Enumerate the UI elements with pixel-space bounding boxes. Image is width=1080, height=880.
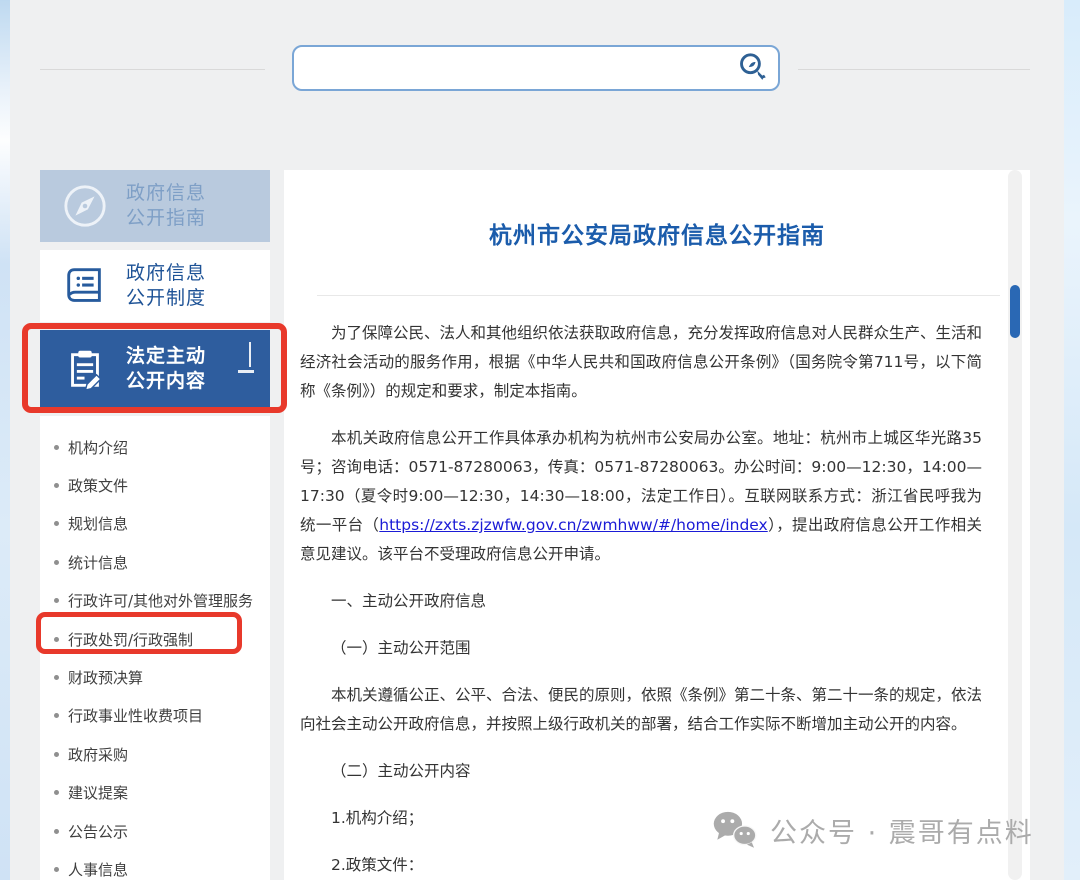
- sidebar-item-label: 行政处罚/行政强制: [68, 629, 193, 650]
- bullet-icon: [54, 867, 59, 872]
- sidebar-item-announcements[interactable]: 公告公示: [40, 812, 270, 850]
- sidebar-item-label: 公告公示: [68, 821, 128, 842]
- bullet-icon: [54, 598, 59, 603]
- sidebar-item-statistics-info[interactable]: 统计信息: [40, 543, 270, 581]
- sidebar-item-label: 行政事业性收费项目: [68, 705, 203, 726]
- sidebar: 政府信息 公开指南 政府信息 公开制度: [40, 170, 270, 880]
- sidebar-item-label: 建议提案: [68, 782, 128, 803]
- sidebar-card-guide-label-line1: 政府信息: [126, 181, 206, 206]
- search-button[interactable]: [728, 47, 778, 89]
- text-cursor-artifact-vertical: [249, 342, 251, 367]
- page-right-gradient: [1064, 0, 1080, 880]
- sidebar-item-fiscal-budget[interactable]: 财政预决算: [40, 658, 270, 696]
- page-title: 杭州市公安局政府信息公开指南: [284, 216, 1030, 250]
- sidebar-card-guide[interactable]: 政府信息 公开指南: [40, 170, 270, 242]
- bullet-icon: [54, 829, 59, 834]
- sidebar-item-label: 政策文件: [68, 475, 128, 496]
- bullet-icon: [54, 752, 59, 757]
- sidebar-item-label: 规划信息: [68, 513, 128, 534]
- paragraph-contact: 本机关政府信息公开工作具体承办机构为杭州市公安局办公室。地址：杭州市上城区华光路…: [300, 424, 982, 569]
- search-input[interactable]: [294, 47, 728, 89]
- sidebar-card-guide-label-line2: 公开指南: [126, 206, 206, 231]
- magnifier-icon: [736, 51, 770, 85]
- sidebar-card-statutory-active[interactable]: 法定主动 公开内容: [40, 330, 270, 408]
- sidebar-item-label: 财政预决算: [68, 667, 143, 688]
- text-cursor-artifact-horizontal: [238, 370, 254, 373]
- list-item-2-policy-docs: 2.政策文件：: [300, 851, 982, 880]
- paragraph-purpose: 为了保障公民、法人和其他组织依法获取政府信息，充分发挥政府信息对人民群众生产、生…: [300, 319, 982, 406]
- sidebar-item-label: 人事信息: [68, 859, 128, 880]
- page-left-gradient: [0, 0, 10, 880]
- bullet-icon: [54, 713, 59, 718]
- sidebar-item-org-intro[interactable]: 机构介绍: [40, 428, 270, 466]
- sidebar-item-personnel-info[interactable]: 人事信息: [40, 850, 270, 880]
- sidebar-item-label: 机构介绍: [68, 437, 128, 458]
- header-divider-left: [40, 69, 265, 70]
- sidebar-card-system[interactable]: 政府信息 公开制度: [40, 250, 270, 322]
- main-content-panel: 杭州市公安局政府信息公开指南 为了保障公民、法人和其他组织依法获取政府信息，充分…: [284, 170, 1030, 880]
- sidebar-item-policy-docs[interactable]: 政策文件: [40, 466, 270, 504]
- compass-icon: [62, 183, 108, 229]
- sidebar-item-admin-fees[interactable]: 行政事业性收费项目: [40, 697, 270, 735]
- sidebar-item-gov-procurement[interactable]: 政府采购: [40, 735, 270, 773]
- section-heading-1: 一、主动公开政府信息: [300, 587, 982, 616]
- bullet-icon: [54, 445, 59, 450]
- clipboard-pencil-icon: [62, 346, 108, 392]
- sidebar-item-label: 政府采购: [68, 744, 128, 765]
- bullet-icon: [54, 521, 59, 526]
- sidebar-item-label: 统计信息: [68, 552, 128, 573]
- book-rules-icon: [62, 263, 108, 309]
- platform-link[interactable]: https://zxts.zjzwfw.gov.cn/zwmhww/#/home…: [379, 516, 767, 534]
- bullet-icon: [54, 790, 59, 795]
- document-body: 为了保障公民、法人和其他组织依法获取政府信息，充分发挥政府信息对人民群众生产、生…: [284, 296, 1030, 880]
- sidebar-item-label: 行政许可/其他对外管理服务: [68, 590, 253, 611]
- content-scrollbar-thumb[interactable]: [1010, 285, 1020, 338]
- sidebar-menu-list: 机构介绍 政策文件 规划信息 统计信息 行政许可/其他对外管理服务 行政处罚/行…: [40, 416, 270, 880]
- content-scrollbar-track[interactable]: [1008, 170, 1022, 880]
- bullet-icon: [54, 675, 59, 680]
- sidebar-item-planning-info[interactable]: 规划信息: [40, 505, 270, 543]
- sidebar-card-statutory-label-line1: 法定主动: [126, 344, 206, 369]
- paragraph-scope: 本机关遵循公正、公平、合法、便民的原则，依照《条例》第二十条、第二十一条的规定，…: [300, 681, 982, 739]
- section-heading-1-2: （二）主动公开内容: [300, 757, 982, 786]
- bullet-icon: [54, 637, 59, 642]
- search-box[interactable]: [292, 45, 780, 91]
- bullet-icon: [54, 560, 59, 565]
- sidebar-item-admin-penalties[interactable]: 行政处罚/行政强制: [40, 620, 270, 658]
- sidebar-item-admin-permits[interactable]: 行政许可/其他对外管理服务: [40, 582, 270, 620]
- sidebar-card-system-label-line2: 公开制度: [126, 286, 206, 311]
- sidebar-card-system-label-line1: 政府信息: [126, 261, 206, 286]
- list-item-1-org-intro: 1.机构介绍；: [300, 804, 982, 833]
- sidebar-card-statutory-label-line2: 公开内容: [126, 369, 206, 394]
- section-heading-1-1: （一）主动公开范围: [300, 634, 982, 663]
- bullet-icon: [54, 483, 59, 488]
- header-divider-right: [798, 69, 1030, 70]
- sidebar-item-proposals[interactable]: 建议提案: [40, 774, 270, 812]
